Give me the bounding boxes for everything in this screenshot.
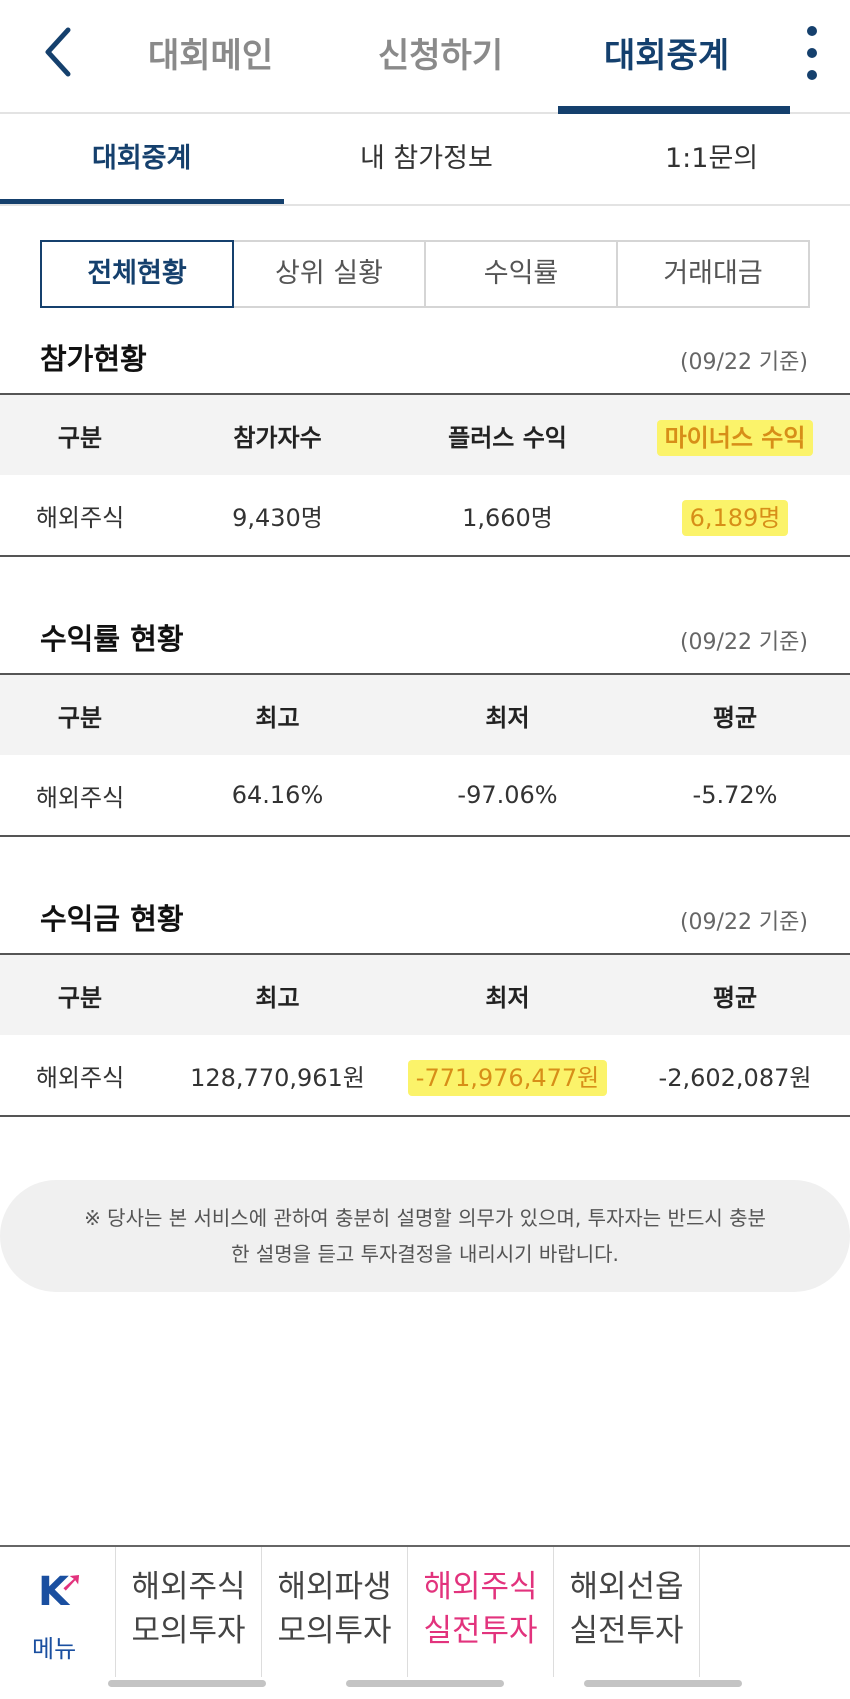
profit-title: 수익금 현황 [40, 902, 184, 936]
table-row: 해외주식 64.16% -97.06% -5.72% [0, 755, 850, 835]
gesture-bar-center [346, 1680, 504, 1687]
menu-button[interactable]: K ➚ 메뉴 [0, 1547, 116, 1677]
logo-arrow-icon: ➚ [60, 1565, 84, 1598]
lowest-profit-value: -771,976,477원 [407, 1059, 608, 1096]
header-plus-profit: 플러스 수익 [448, 423, 567, 452]
segment-control: 전체현황 상위 실황 수익률 거래대금 [40, 240, 810, 308]
segment-return-rate[interactable]: 수익률 [424, 240, 618, 308]
tab-contest-broadcast[interactable]: 대회중계 [604, 28, 729, 77]
header-category: 구분 [57, 703, 103, 732]
bottom-item-overseas-stock-real[interactable]: 해외주식 실전투자 [408, 1547, 554, 1677]
bottom-item-overseas-stock-mock[interactable]: 해외주식 모의투자 [116, 1547, 262, 1677]
active-tab-indicator [558, 106, 790, 114]
tab-apply[interactable]: 신청하기 [378, 28, 503, 77]
top-navigation: 대회메인 신청하기 대회중계 [0, 0, 850, 114]
participation-table: 구분 참가자수 플러스 수익 마이너스 수익 해외주식 9,430명 1,660… [0, 393, 850, 557]
disclaimer-notice: ※ 당사는 본 서비스에 관하여 충분히 설명할 의무가 있으며, 투자자는 반… [0, 1180, 850, 1292]
average-profit-value: -2,602,087원 [658, 1063, 812, 1092]
header-lowest: 최저 [485, 703, 530, 732]
row-category: 해외주식 [35, 783, 125, 812]
bottom-item-overseas-derivatives-mock[interactable]: 해외파생 모의투자 [262, 1547, 408, 1677]
minus-profit-value: 6,189명 [681, 499, 789, 536]
participants-value: 9,430명 [232, 503, 323, 532]
back-arrow-icon[interactable] [38, 22, 78, 82]
table-header-row: 구분 최고 최저 평균 [0, 955, 850, 1035]
header-lowest: 최저 [485, 983, 530, 1012]
highest-rate-value: 64.16% [231, 781, 324, 809]
menu-label: 메뉴 [32, 1635, 77, 1663]
subtab-broadcast[interactable]: 대회중계 [92, 136, 191, 175]
segment-trading-value[interactable]: 거래대금 [616, 240, 810, 308]
table-row: 해외주식 9,430명 1,660명 6,189명 [0, 475, 850, 555]
return-rate-title: 수익률 현황 [40, 622, 184, 656]
bottom-item-overseas-futures-real[interactable]: 해외선옵 실전투자 [554, 1547, 700, 1677]
subtab-inquiry[interactable]: 1:1문의 [665, 136, 758, 175]
header-average: 평균 [712, 983, 758, 1012]
segment-top-live[interactable]: 상위 실황 [232, 240, 426, 308]
header-average: 평균 [712, 703, 758, 732]
highest-profit-value: 128,770,961원 [190, 1063, 365, 1092]
tab-contest-main[interactable]: 대회메인 [148, 28, 273, 77]
header-participants: 참가자수 [233, 423, 322, 452]
sub-navigation: 대회중계 내 참가정보 1:1문의 [0, 114, 850, 206]
profit-table: 구분 최고 최저 평균 해외주식 128,770,961원 -771,976,4… [0, 953, 850, 1117]
participation-title: 참가현황 [40, 342, 147, 376]
header-highest: 최고 [255, 983, 300, 1012]
notice-line-2: 한 설명을 듣고 투자결정을 내리시기 바랍니다. [231, 1242, 619, 1266]
header-highest: 최고 [255, 703, 300, 732]
plus-profit-value: 1,660명 [462, 503, 553, 532]
active-subtab-indicator [0, 199, 284, 204]
average-rate-value: -5.72% [692, 781, 778, 809]
header-minus-profit: 마이너스 수익 [656, 419, 814, 456]
bottom-menu-bar: K ➚ 메뉴 해외주식 모의투자 해외파생 모의투자 해외주식 실전투자 해외선… [0, 1545, 850, 1677]
row-category: 해외주식 [35, 1063, 125, 1092]
table-row: 해외주식 128,770,961원 -771,976,477원 -2,602,0… [0, 1035, 850, 1115]
header-category: 구분 [57, 983, 103, 1012]
gesture-bar-right [584, 1680, 742, 1687]
profit-date: (09/22 기준) [679, 910, 808, 935]
gesture-bar-left [108, 1680, 266, 1687]
header-category: 구분 [57, 423, 103, 452]
more-options-icon[interactable] [805, 26, 819, 82]
return-rate-date: (09/22 기준) [679, 630, 808, 655]
table-header-row: 구분 참가자수 플러스 수익 마이너스 수익 [0, 395, 850, 475]
table-header-row: 구분 최고 최저 평균 [0, 675, 850, 755]
lowest-rate-value: -97.06% [457, 781, 558, 809]
subtab-my-info[interactable]: 내 참가정보 [360, 136, 493, 175]
return-rate-table: 구분 최고 최저 평균 해외주식 64.16% -97.06% -5.72% [0, 673, 850, 837]
notice-line-1: ※ 당사는 본 서비스에 관하여 충분히 설명할 의무가 있으며, 투자자는 반… [84, 1206, 766, 1230]
participation-date: (09/22 기준) [679, 350, 808, 375]
segment-overall[interactable]: 전체현황 [40, 240, 234, 308]
row-category: 해외주식 [35, 503, 125, 532]
